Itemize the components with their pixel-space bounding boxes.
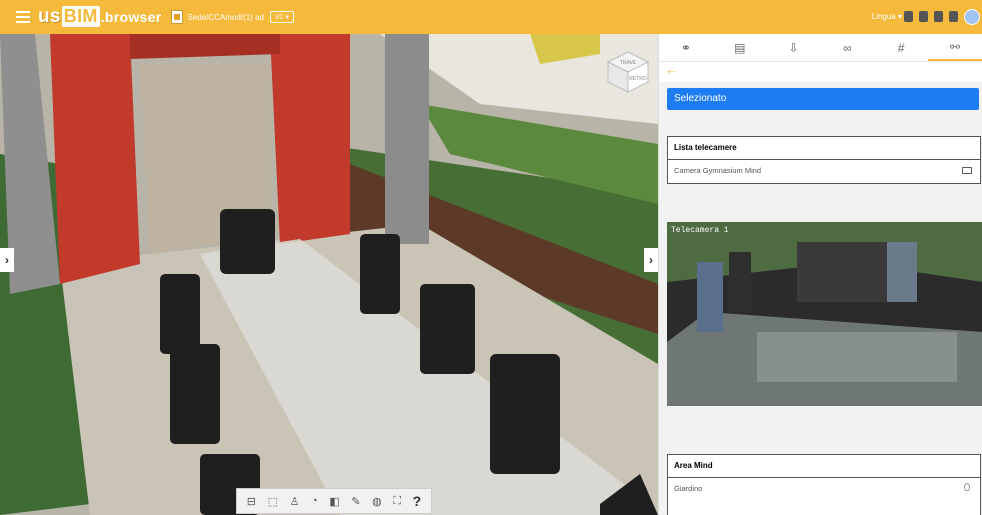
language-select[interactable]: Lingua ▾ [872, 12, 902, 21]
globe-icon[interactable]: ◍ [372, 495, 382, 508]
section-icon[interactable]: ◔ [311, 495, 318, 507]
database-icon[interactable] [919, 11, 928, 22]
walk-icon[interactable]: ♙ [290, 495, 300, 508]
help-button[interactable]: ? [413, 493, 422, 509]
list-item[interactable]: Giardino [668, 478, 980, 501]
link-icon: ∞ [843, 40, 852, 55]
layers-icon[interactable]: ◧ [329, 495, 339, 508]
bell-icon[interactable] [949, 11, 958, 22]
top-icons [904, 11, 958, 22]
selected-bar[interactable]: Selezionato [667, 88, 979, 110]
panel-tabs: ⚭ ▤ ⇩ ∞ # ⚯ [659, 34, 982, 62]
file-icon [171, 10, 184, 24]
area-list-header: Area Mind [668, 455, 980, 478]
tab-binoculars[interactable]: ⚯ [928, 34, 982, 61]
tab-document[interactable]: ▤ [713, 34, 767, 61]
tab-people[interactable]: ⚭ [659, 34, 713, 61]
top-bar: us BIM .browser Sede/CCAmod/(1) ad V1 ▾ Li… [0, 0, 982, 34]
camera-image [667, 222, 982, 406]
cube-right-label: RETRO [629, 76, 647, 82]
version-select[interactable]: V1 ▾ [269, 11, 294, 23]
camera-icon[interactable] [962, 167, 972, 174]
list-item[interactable]: Camera Gymnasium Mind [668, 160, 980, 183]
collapse-panel-button[interactable]: › [644, 248, 658, 272]
tab-hash[interactable]: # [874, 34, 928, 61]
fit-icon[interactable]: ⛶ [393, 495, 401, 508]
hash-icon: # [897, 40, 905, 55]
camera-overlay-label: Telecamera 1 [671, 226, 729, 235]
box-icon[interactable]: ⬚ [268, 495, 278, 508]
paint-icon[interactable]: ✎ [351, 495, 360, 508]
camera-item-label: Camera Gymnasium Mind [674, 166, 762, 175]
measure-icon[interactable]: ⊟ [247, 495, 256, 508]
document-icon: ▤ [734, 40, 746, 55]
binoculars-icon: ⚯ [950, 39, 961, 54]
people-icon: ⚭ [680, 40, 691, 55]
tab-export[interactable]: ⇩ [767, 34, 821, 61]
side-panel: ⚭ ▤ ⇩ ∞ # ⚯ ← Selezionato Lista telecame… [658, 34, 982, 515]
avatar[interactable] [964, 9, 980, 25]
camera-list-header: Lista telecamere [668, 137, 980, 160]
area-item-label: Giardino [674, 484, 703, 493]
camera-list: Lista telecamere Camera Gymnasium Mind [667, 136, 981, 184]
menu-icon[interactable] [16, 11, 30, 23]
expand-left-button[interactable]: › [0, 248, 14, 272]
tab-link[interactable]: ∞ [820, 34, 874, 61]
viewer-toolbar: ⊟ ⬚ ♙ ◔ ◧ ✎ ◍ ⛶ ? [236, 488, 432, 514]
view-cube[interactable]: TRAVE RETRO [606, 50, 650, 94]
scene-render [0, 34, 658, 515]
back-button[interactable]: ← [659, 62, 982, 82]
network-icon[interactable] [934, 11, 943, 22]
3d-viewer[interactable]: › › TRAVE RETRO ⊟ ⬚ ♙ ◔ ◧ ✎ ◍ ⛶ ? [0, 34, 658, 515]
cube-top-label: TRAVE [620, 60, 637, 66]
file-name: Sede/CCAmod/(1) ad [187, 12, 264, 22]
area-list: Area Mind Giardino [667, 454, 981, 515]
app-logo: us BIM .browser [38, 6, 162, 27]
camera-feed: Telecamera 1 [667, 222, 982, 406]
hand-icon[interactable] [904, 11, 913, 22]
lightbulb-icon[interactable] [964, 483, 970, 491]
export-icon: ⇩ [788, 40, 799, 55]
